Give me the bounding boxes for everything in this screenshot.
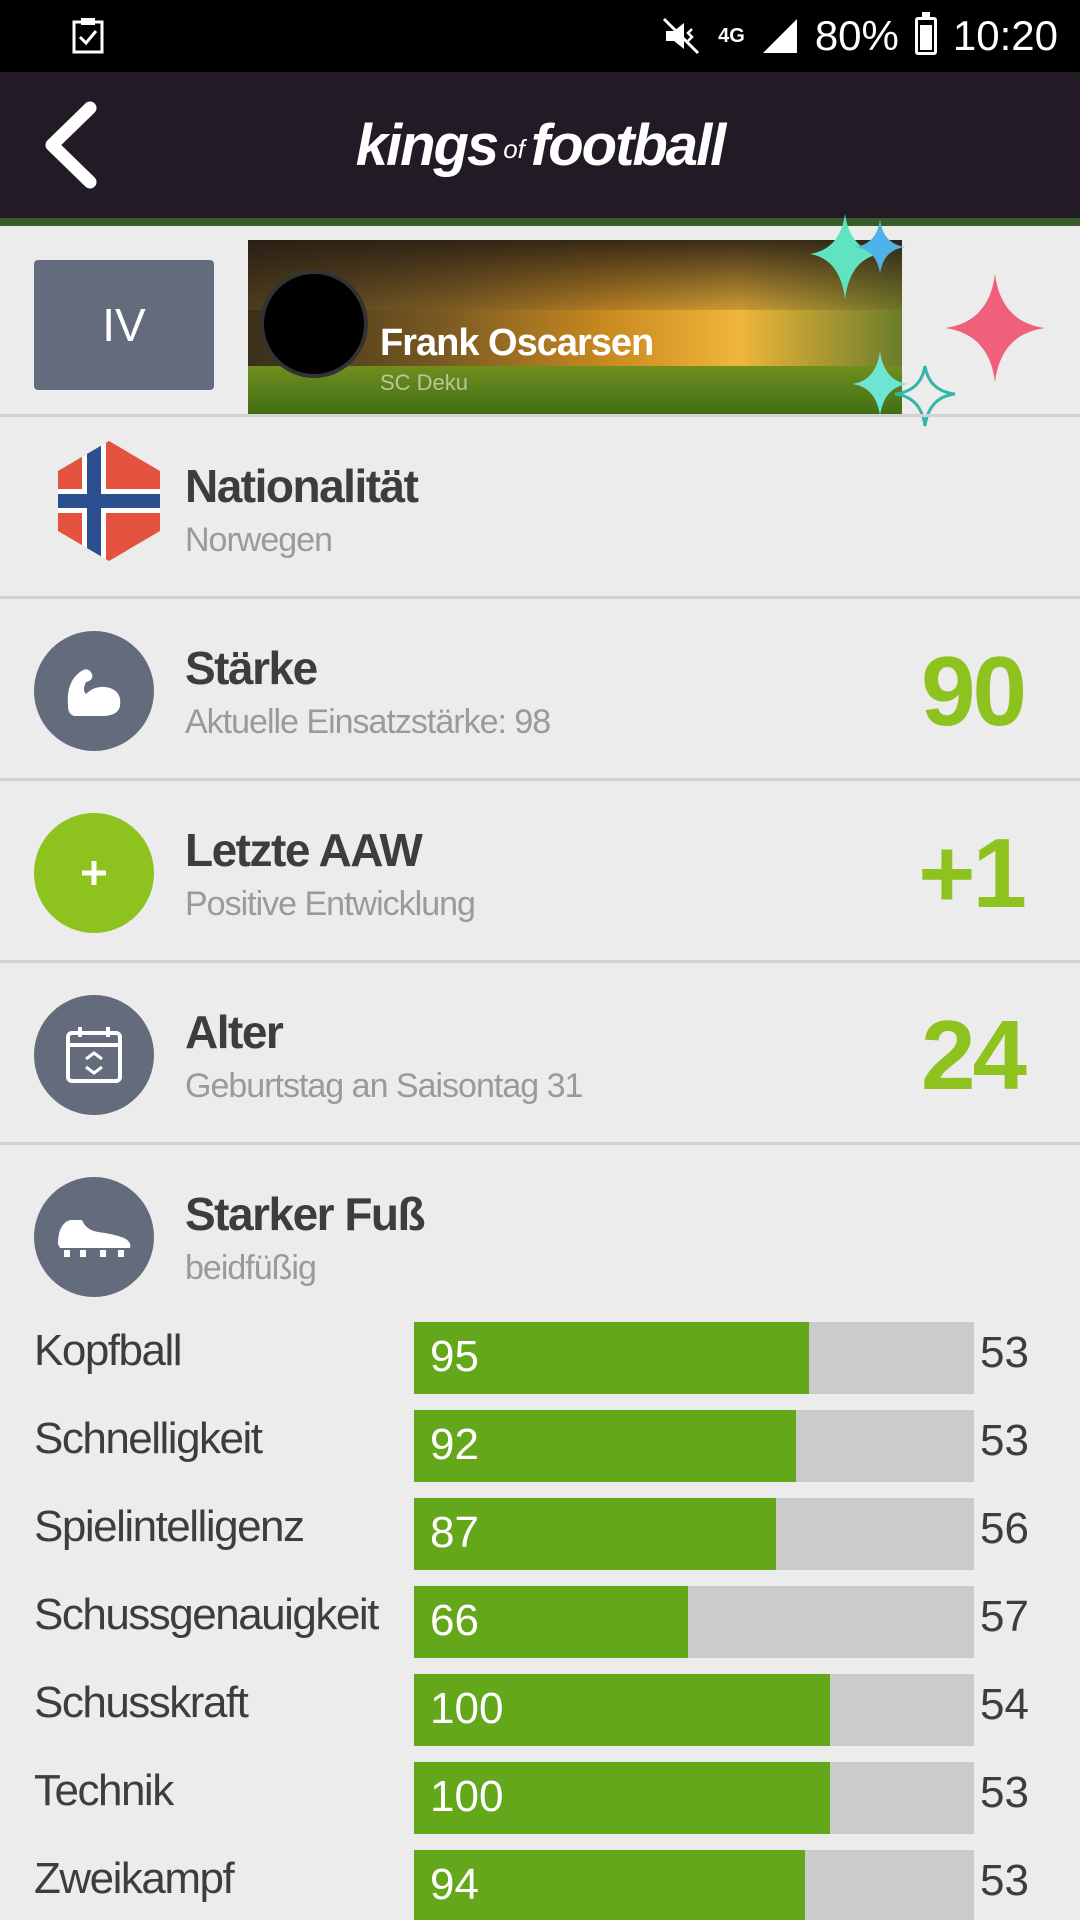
strength-value: 90 bbox=[920, 636, 1027, 746]
stat-value: 95 bbox=[430, 1332, 479, 1381]
stat-average: 53 bbox=[980, 1856, 1029, 1905]
calendar-icon bbox=[34, 995, 154, 1115]
stat-label: Kopfball bbox=[34, 1326, 183, 1375]
stat-bar: 87 bbox=[414, 1498, 974, 1570]
battery-percent: 80% bbox=[814, 12, 899, 59]
stat-row: Zweikampf 94 53 bbox=[0, 1846, 1080, 1920]
stat-average: 57 bbox=[980, 1592, 1029, 1641]
app-logo: kings of football bbox=[0, 112, 1080, 179]
last-aaw-value: +1 bbox=[918, 818, 1027, 928]
stat-row: Spielintelligenz 87 56 bbox=[0, 1494, 1080, 1570]
logo-football: football bbox=[530, 113, 726, 178]
sparkle-icon bbox=[810, 214, 905, 299]
stat-row: Kopfball 95 53 bbox=[0, 1318, 1080, 1394]
nationality-title: Nationalität bbox=[185, 460, 419, 512]
strength-sub: Aktuelle Einsatzstärke: 98 bbox=[185, 703, 551, 741]
stat-bar: 92 bbox=[414, 1410, 974, 1482]
strength-title: Stärke bbox=[185, 642, 318, 694]
age-title: Alter bbox=[185, 1006, 284, 1058]
strong-foot-value: beidfüßig bbox=[185, 1249, 317, 1287]
battery-icon bbox=[914, 12, 937, 55]
stat-bar: 100 bbox=[414, 1762, 974, 1834]
mute-vibrate-icon bbox=[663, 17, 700, 55]
player-name: Frank Oscarsen bbox=[380, 322, 654, 364]
age-sub: Geburtstag an Saisontag 31 bbox=[185, 1067, 583, 1105]
stat-value: 100 bbox=[430, 1684, 504, 1733]
network-type: 4G bbox=[718, 25, 745, 47]
strong-foot-title: Starker Fuß bbox=[185, 1188, 426, 1240]
nationality-row: Nationalität Norwegen bbox=[0, 414, 1080, 596]
nationality-value: Norwegen bbox=[185, 521, 333, 559]
stat-average: 53 bbox=[980, 1768, 1029, 1817]
stat-value: 92 bbox=[430, 1420, 479, 1469]
player-club: SC Deku bbox=[380, 370, 469, 395]
strong-foot-row: Starker Fuß beidfüßig bbox=[0, 1142, 1080, 1318]
stat-value: 100 bbox=[430, 1772, 504, 1821]
stat-label: Schnelligkeit bbox=[34, 1414, 263, 1463]
stat-average: 53 bbox=[980, 1416, 1029, 1465]
plus-icon bbox=[34, 813, 154, 933]
age-value: 24 bbox=[920, 1000, 1027, 1110]
stat-label: Schussgenauigkeit bbox=[34, 1590, 379, 1639]
stat-label: Technik bbox=[34, 1766, 174, 1815]
clock: 10:20 bbox=[952, 12, 1058, 59]
stat-value: 87 bbox=[430, 1508, 479, 1557]
stat-row: Schusskraft 100 54 bbox=[0, 1670, 1080, 1746]
stat-average: 56 bbox=[980, 1504, 1029, 1553]
age-row: Alter Geburtstag an Saisontag 31 24 bbox=[0, 960, 1080, 1142]
task-check-icon bbox=[72, 18, 104, 54]
position-badge: IV bbox=[34, 260, 214, 390]
football-boot-icon bbox=[34, 1177, 154, 1297]
stat-bar: 66 bbox=[414, 1586, 974, 1658]
last-aaw-sub: Positive Entwicklung bbox=[185, 885, 476, 923]
app-header: kings of football bbox=[0, 72, 1080, 218]
logo-kings: kings bbox=[355, 113, 499, 178]
stat-label: Spielintelligenz bbox=[34, 1502, 305, 1551]
status-bar: 4G 80% 10:20 bbox=[0, 0, 1080, 72]
stat-row: Schnelligkeit 92 53 bbox=[0, 1406, 1080, 1482]
stat-row: Technik 100 53 bbox=[0, 1758, 1080, 1834]
avatar bbox=[260, 270, 368, 378]
stat-value: 66 bbox=[430, 1596, 479, 1645]
stat-row: Schussgenauigkeit 66 57 bbox=[0, 1582, 1080, 1658]
last-aaw-row: Letzte AAW Positive Entwicklung +1 bbox=[0, 778, 1080, 960]
stat-label: Schusskraft bbox=[34, 1678, 249, 1727]
player-banner: Frank Oscarsen SC Deku bbox=[248, 240, 902, 416]
last-aaw-title: Letzte AAW bbox=[185, 824, 423, 876]
stat-label: Zweikampf bbox=[34, 1854, 235, 1903]
strength-row: Stärke Aktuelle Einsatzstärke: 98 90 bbox=[0, 596, 1080, 778]
stat-value: 94 bbox=[430, 1860, 479, 1909]
signal-icon bbox=[762, 19, 797, 53]
stat-average: 54 bbox=[980, 1680, 1029, 1729]
muscle-icon bbox=[34, 631, 154, 751]
norway-flag-icon bbox=[58, 441, 160, 561]
logo-of: of bbox=[503, 134, 525, 165]
player-header: IV Frank Oscarsen SC Deku bbox=[0, 214, 1080, 427]
stat-bar: 94 bbox=[414, 1850, 974, 1920]
stat-average: 53 bbox=[980, 1328, 1029, 1377]
stat-bar: 95 bbox=[414, 1322, 974, 1394]
stat-bar: 100 bbox=[414, 1674, 974, 1746]
